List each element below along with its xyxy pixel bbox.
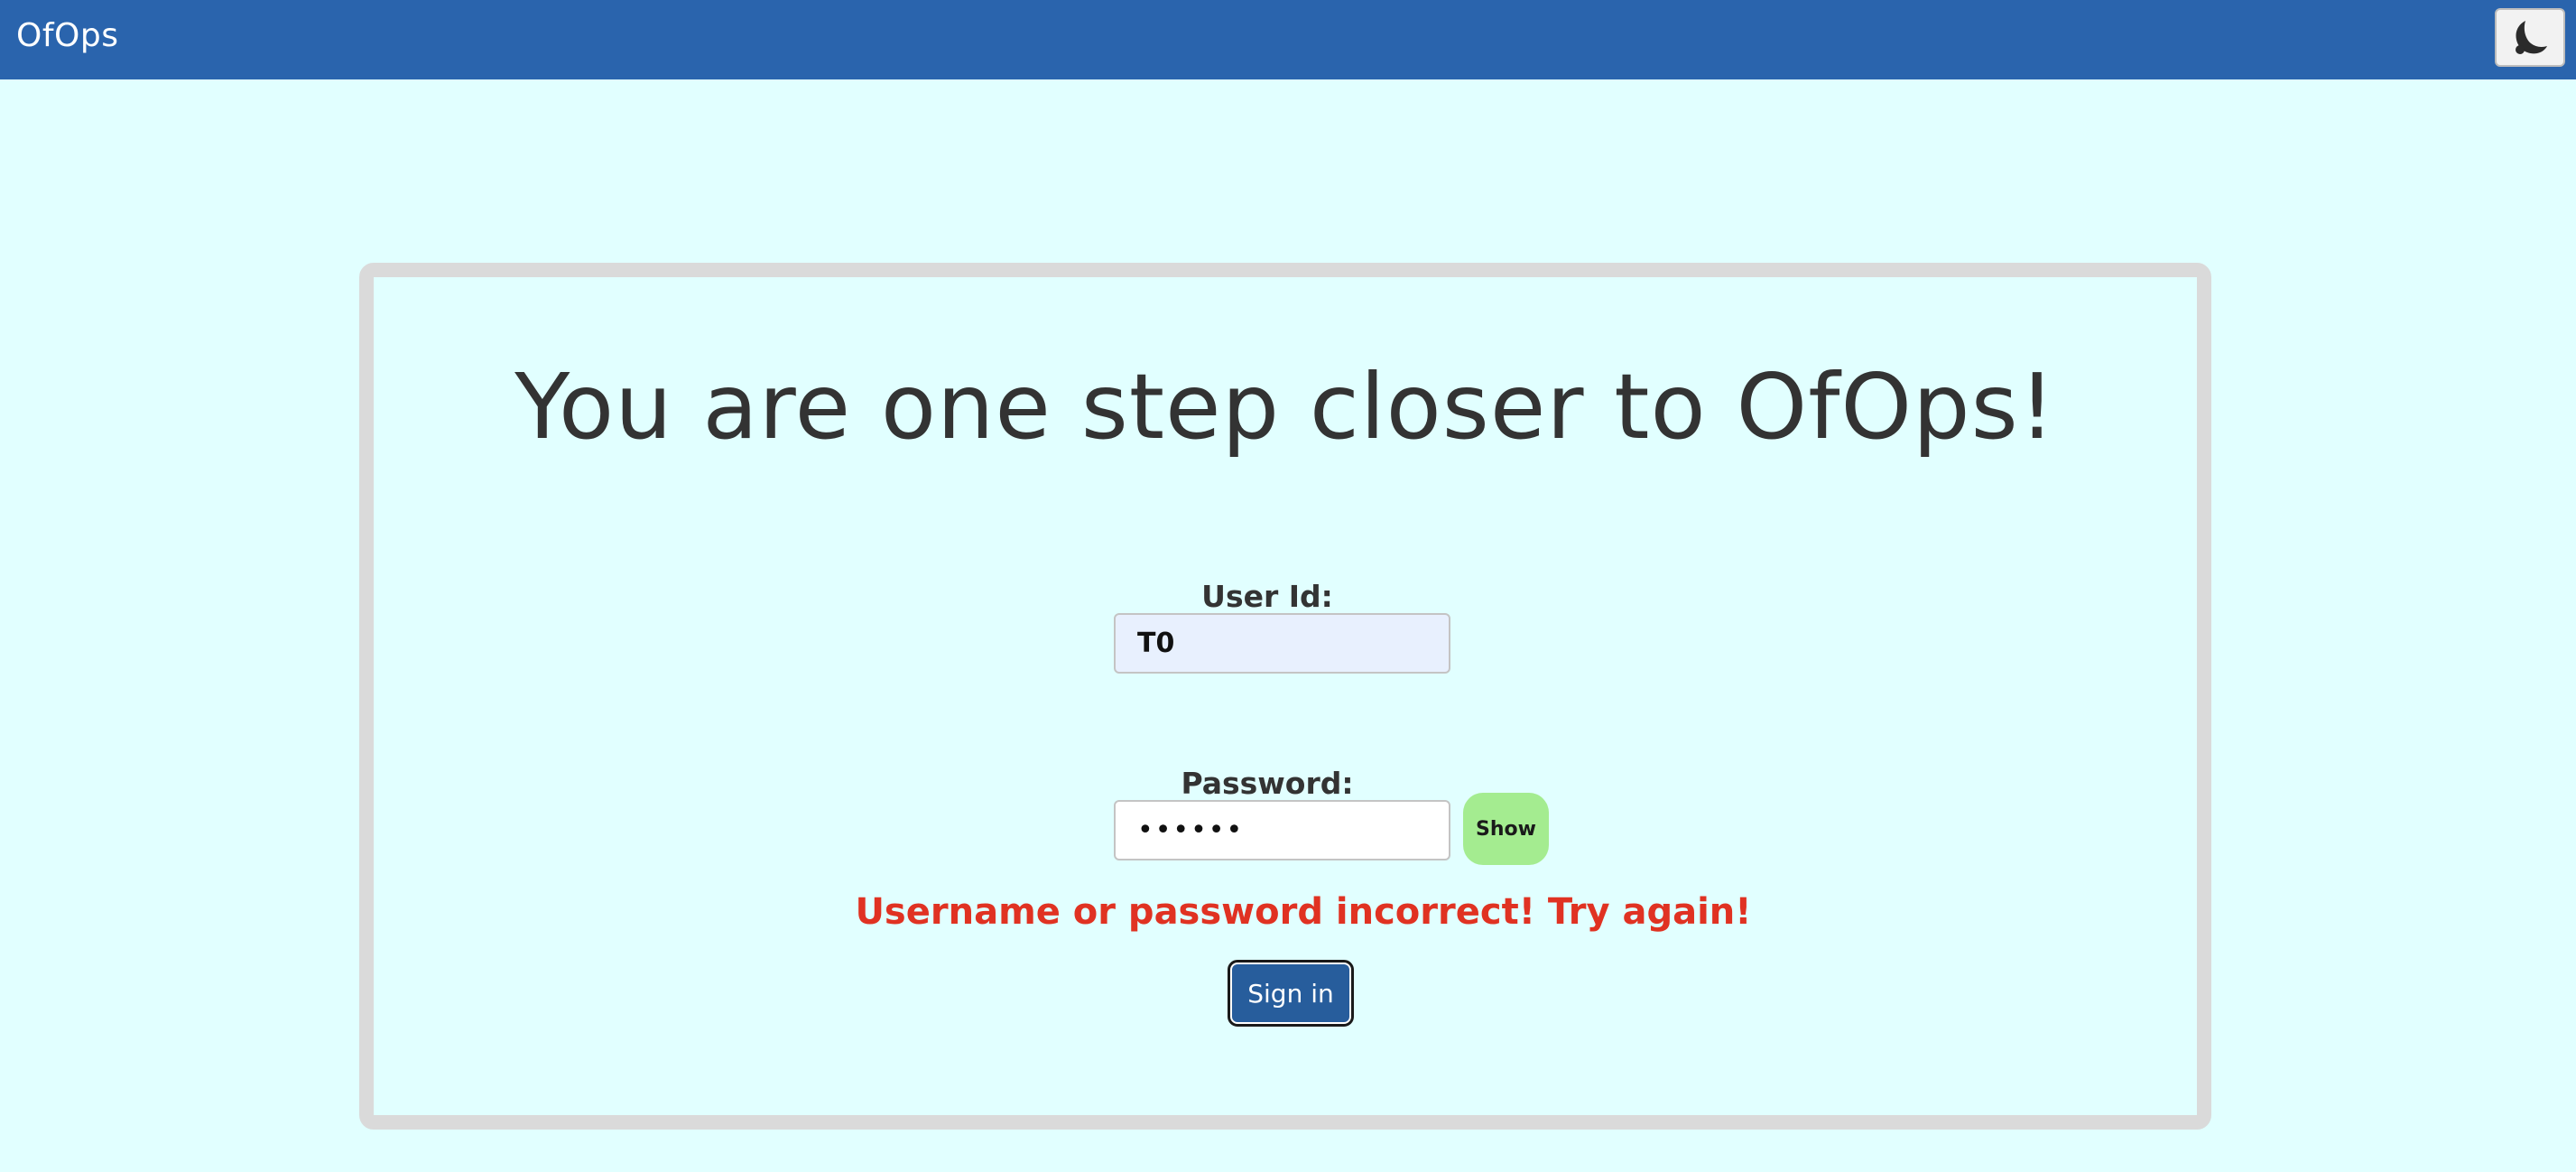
password-input[interactable] [1114, 800, 1450, 860]
moon-icon [2516, 20, 2547, 54]
page-title: You are one step closer to OfOps! [514, 354, 2056, 460]
sign-in-button[interactable]: Sign in [1228, 960, 1354, 1027]
password-label: Password: [1181, 766, 1354, 801]
login-card: You are one step closer to OfOps! User I… [359, 263, 2211, 1130]
theme-toggle-button[interactable] [2495, 8, 2565, 67]
userid-label: User Id: [1201, 579, 1333, 614]
show-password-button[interactable]: Show [1463, 793, 1549, 865]
userid-input[interactable] [1114, 613, 1450, 674]
error-message: Username or password incorrect! Try agai… [855, 891, 1752, 933]
brand-title[interactable]: OfOps [16, 17, 118, 54]
top-navbar: OfOps [0, 0, 2576, 79]
